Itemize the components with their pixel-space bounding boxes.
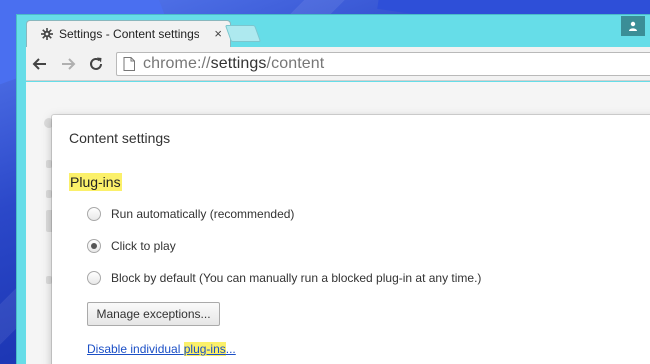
- radio-button[interactable]: [87, 207, 101, 221]
- reload-button[interactable]: [86, 54, 106, 74]
- radio-block-by-default[interactable]: Block by default (You can manually run a…: [87, 271, 481, 285]
- browser-tab[interactable]: Settings - Content settings ×: [26, 20, 231, 47]
- back-button[interactable]: [30, 54, 50, 74]
- forward-arrow-icon: [62, 58, 76, 70]
- forward-button[interactable]: [58, 54, 78, 74]
- dialog-title: Content settings: [69, 130, 171, 146]
- person-icon: [629, 21, 637, 31]
- page-icon: [123, 57, 135, 71]
- radio-label: Click to play: [111, 239, 176, 253]
- content-settings-dialog: Content settings Plug-ins Run automatica…: [52, 115, 650, 364]
- disable-plugins-link[interactable]: Disable individual plug-ins...: [87, 342, 236, 356]
- radio-button[interactable]: [87, 239, 101, 253]
- radio-click-to-play[interactable]: Click to play: [87, 239, 176, 253]
- radio-label: Run automatically (recommended): [111, 207, 295, 221]
- address-bar[interactable]: chrome://settings/content: [116, 52, 650, 76]
- radio-label: Block by default (You can manually run a…: [111, 271, 482, 285]
- close-tab-icon[interactable]: ×: [214, 27, 222, 40]
- gear-icon: [41, 28, 53, 40]
- url-text: chrome://settings/content: [143, 55, 325, 72]
- plugins-section-title: Plug-ins: [69, 173, 122, 191]
- tab-title: Settings - Content settings: [59, 27, 199, 41]
- radio-button[interactable]: [87, 271, 101, 285]
- radio-run-automatically[interactable]: Run automatically (recommended): [87, 207, 294, 221]
- browser-toolbar: chrome://settings/content: [26, 47, 650, 81]
- back-arrow-icon: [32, 58, 46, 70]
- new-tab-button[interactable]: [224, 25, 262, 42]
- reload-icon: [90, 57, 102, 70]
- profile-button[interactable]: [621, 16, 645, 36]
- manage-exceptions-button[interactable]: Manage exceptions...: [87, 302, 220, 326]
